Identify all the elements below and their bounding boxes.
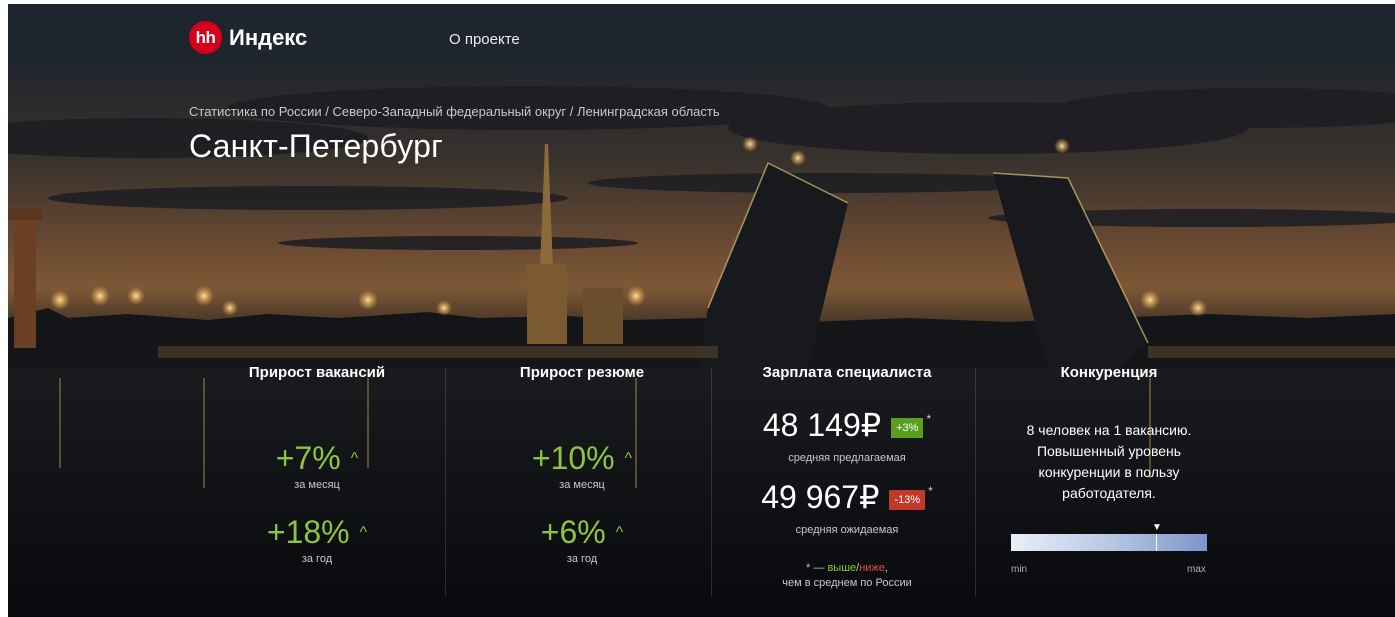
competition-level-mark <box>1156 534 1157 551</box>
competition-panel: Конкуренция 8 человек на 1 вакансию. Пов… <box>976 364 1242 604</box>
caret-up-icon: ^ <box>359 524 368 541</box>
breadcrumb: Статистика по России / Северо-Западный ф… <box>189 104 720 119</box>
scale-max-label: max <box>1187 564 1206 575</box>
expected-salary-badge: -13% <box>889 490 926 510</box>
nav-about-link[interactable]: О проекте <box>449 31 520 48</box>
page: hh Индекс О проекте Статистика по России… <box>8 0 1395 617</box>
resume-growth-month: +10% ^ за месяц <box>449 440 715 491</box>
resume-month-label: за месяц <box>559 479 605 491</box>
offered-salary-badge: +3% <box>891 418 924 438</box>
resume-growth-year: +6% ^ за год <box>449 514 715 565</box>
offered-salary-row: 48 149₽ +3% * <box>715 406 979 444</box>
competition-description: 8 человек на 1 вакансию. Повышенный уров… <box>976 420 1242 504</box>
breadcrumb-item-district[interactable]: Северо-Западный федеральный округ <box>332 104 566 119</box>
logo-text: Индекс <box>229 24 308 50</box>
column-divider <box>711 368 712 596</box>
expected-salary-value: 49 967₽ <box>761 479 880 515</box>
salary-panel: Зарплата специалиста 48 149₽ +3% * средн… <box>715 364 979 604</box>
footnote-prefix: * — <box>806 562 828 574</box>
competition-title: Конкуренция <box>1060 364 1158 381</box>
breadcrumb-item-russia[interactable]: Статистика по России <box>189 104 322 119</box>
breadcrumb-item-region[interactable]: Ленинградская область <box>577 104 720 119</box>
caret-up-icon: ^ <box>615 524 624 541</box>
vacancy-month-value: +7% <box>275 440 341 476</box>
vacancy-month-label: за месяц <box>294 479 340 491</box>
offered-salary-label: средняя предлагаемая <box>788 452 906 464</box>
hh-logo-icon: hh <box>189 21 222 54</box>
vacancy-year-value: +18% <box>266 514 350 550</box>
vacancy-growth-panel: Прирост вакансий +7% ^ за месяц +18% ^ за … <box>189 364 445 604</box>
salary-title: Зарплата специалиста <box>762 364 932 381</box>
competition-text-line: работодателя. <box>1062 485 1156 501</box>
resume-year-value: +6% <box>540 514 606 550</box>
scale-min-label: min <box>1011 564 1028 575</box>
breadcrumb-separator: / <box>321 104 333 119</box>
competition-text-line: 8 человек на 1 вакансию. <box>1026 422 1192 438</box>
footnote-star: * <box>926 412 932 426</box>
level-marker-icon: ▼ <box>1152 522 1162 533</box>
footnote-lower: ниже <box>859 562 885 574</box>
top-navigation-bar: hh Индекс О проекте <box>8 4 1395 68</box>
caret-up-icon: ^ <box>624 450 633 467</box>
expected-salary-label: средняя ожидаемая <box>795 524 899 536</box>
competition-text-line: Повышенный уровень <box>1036 443 1182 459</box>
competition-text-line: конкуренции в пользу <box>1038 464 1180 480</box>
offered-salary-value: 48 149₽ <box>762 407 882 443</box>
footnote-line2: чем в среднем по России <box>782 577 912 589</box>
resume-growth-title: Прирост резюме <box>519 364 645 381</box>
page-title: Санкт-Петербург <box>189 128 443 164</box>
hh-index-logo[interactable]: hh Индекс <box>189 21 307 54</box>
breadcrumb-separator: / <box>566 104 577 119</box>
caret-up-icon: ^ <box>350 450 359 467</box>
column-divider <box>445 368 446 596</box>
vacancy-year-label: за год <box>301 553 333 565</box>
resume-growth-panel: Прирост резюме +10% ^ за месяц +6% ^ за го… <box>449 364 715 604</box>
competition-scale-bar <box>1011 534 1207 551</box>
vacancy-growth-title: Прирост вакансий <box>248 364 386 381</box>
hero-banner: Статистика по России / Северо-Западный ф… <box>8 68 1395 617</box>
vacancy-growth-year: +18% ^ за год <box>189 514 445 565</box>
vacancy-growth-month: +7% ^ за месяц <box>189 440 445 491</box>
footnote-comma: , <box>884 562 888 574</box>
footnote-higher: выше <box>827 562 857 574</box>
expected-salary-row: 49 967₽ -13% * <box>715 478 979 516</box>
resume-month-value: +10% <box>531 440 615 476</box>
resume-year-label: за год <box>566 553 598 565</box>
salary-footnote: * — выше/ниже, чем в среднем по России <box>715 561 979 591</box>
footnote-star: * <box>928 484 933 498</box>
